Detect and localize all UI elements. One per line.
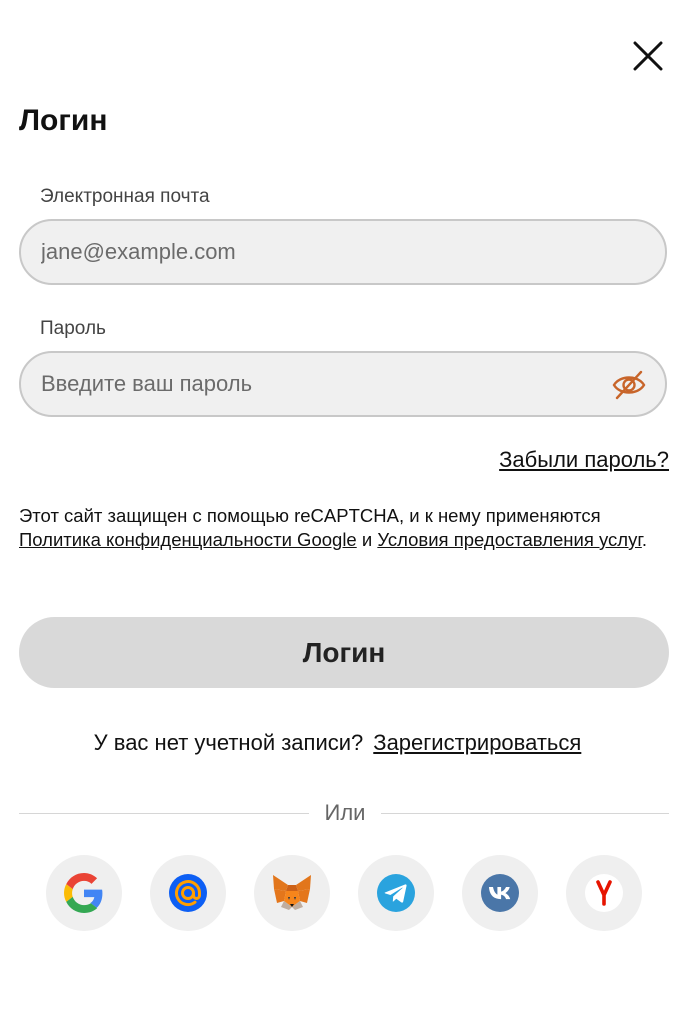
privacy-policy-link[interactable]: Политика конфиденциальности Google: [19, 529, 357, 550]
signup-prompt: У вас нет учетной записи? Зарегистрироват…: [0, 730, 675, 756]
social-login-row: [46, 855, 646, 931]
or-divider: Или: [19, 800, 669, 828]
page-title: Логин: [19, 104, 108, 137]
password-label: Пароль: [40, 318, 106, 339]
eye-off-icon[interactable]: [611, 367, 647, 403]
login-button[interactable]: Логин: [19, 617, 669, 688]
divider-text: Или: [324, 800, 366, 825]
email-field[interactable]: [41, 221, 601, 283]
signup-link[interactable]: Зарегистрироваться: [373, 730, 581, 755]
divider-line-left: [19, 813, 309, 814]
yandex-icon: [585, 874, 623, 912]
forgot-password-link[interactable]: Забыли пароль?: [499, 447, 669, 473]
close-icon: [633, 41, 663, 71]
yandex-login-button[interactable]: [566, 855, 642, 931]
close-button[interactable]: [628, 36, 668, 76]
recaptcha-notice: Этот сайт защищен с помощью reCAPTCHA, и…: [19, 504, 659, 552]
google-login-button[interactable]: [46, 855, 122, 931]
email-label: Электронная почта: [40, 186, 210, 207]
email-field-container: [19, 219, 667, 285]
terms-link[interactable]: Условия предоставления услуг: [377, 529, 641, 550]
recaptcha-and: и: [356, 529, 378, 550]
vk-login-button[interactable]: [462, 855, 538, 931]
telegram-icon: [377, 874, 415, 912]
telegram-login-button[interactable]: [358, 855, 434, 931]
divider-line-right: [381, 813, 669, 814]
metamask-login-button[interactable]: [254, 855, 330, 931]
signup-question: У вас нет учетной записи?: [93, 730, 364, 755]
mail-ru-icon: [169, 874, 207, 912]
password-field[interactable]: [41, 353, 601, 415]
recaptcha-text: Этот сайт защищен с помощью reCAPTCHA, и…: [19, 505, 601, 526]
google-icon: [64, 873, 103, 913]
password-field-container: [19, 351, 667, 417]
vk-icon: [481, 874, 519, 912]
mail-ru-login-button[interactable]: [150, 855, 226, 931]
recaptcha-end: .: [641, 529, 647, 550]
metamask-icon: [273, 875, 311, 910]
